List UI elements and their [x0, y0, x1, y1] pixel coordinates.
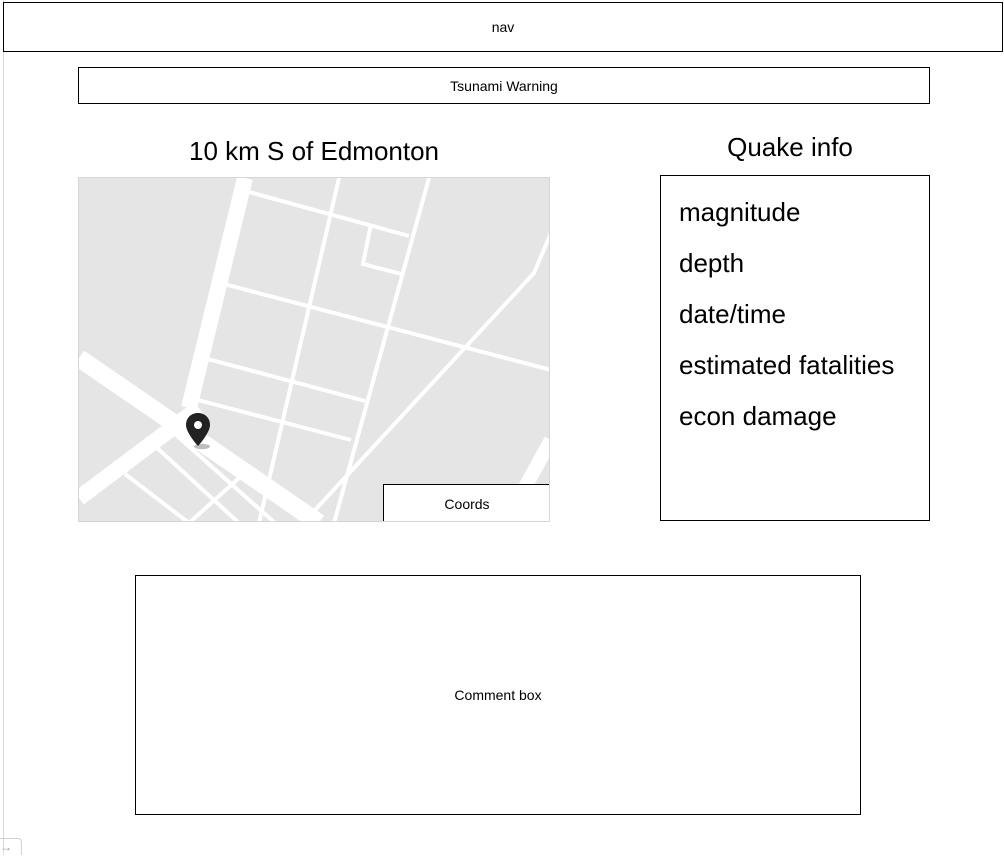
info-item-estimated-fatalities: estimated fatalities — [679, 350, 895, 380]
quake-info-title: Quake info — [727, 132, 853, 162]
info-item-date-time: date/time — [679, 299, 786, 329]
coords-label: Coords — [444, 495, 490, 512]
map-view[interactable]: Coords — [78, 177, 550, 522]
nav-label: nav — [491, 19, 515, 35]
info-item-magnitude: magnitude — [679, 197, 801, 227]
arrow-right-icon[interactable]: → — [0, 838, 22, 855]
tsunami-warning-banner[interactable]: Tsunami Warning — [78, 67, 930, 104]
info-item-econ-damage: econ damage — [679, 401, 837, 431]
coords-box[interactable]: Coords — [383, 484, 549, 521]
info-item-depth: depth — [679, 248, 745, 278]
comment-box-label: Comment box — [454, 687, 542, 703]
map-roads — [79, 178, 549, 521]
nav-bar[interactable]: nav — [3, 2, 1003, 52]
map-pin-icon[interactable] — [185, 413, 211, 451]
location-title: 10 km S of Edmonton — [188, 136, 440, 166]
page-edge-divider — [3, 0, 4, 855]
comment-box[interactable]: Comment box — [135, 575, 861, 815]
quake-info-panel: magnitude depth date/time estimated fata… — [660, 175, 930, 521]
tsunami-warning-label: Tsunami Warning — [450, 77, 558, 94]
